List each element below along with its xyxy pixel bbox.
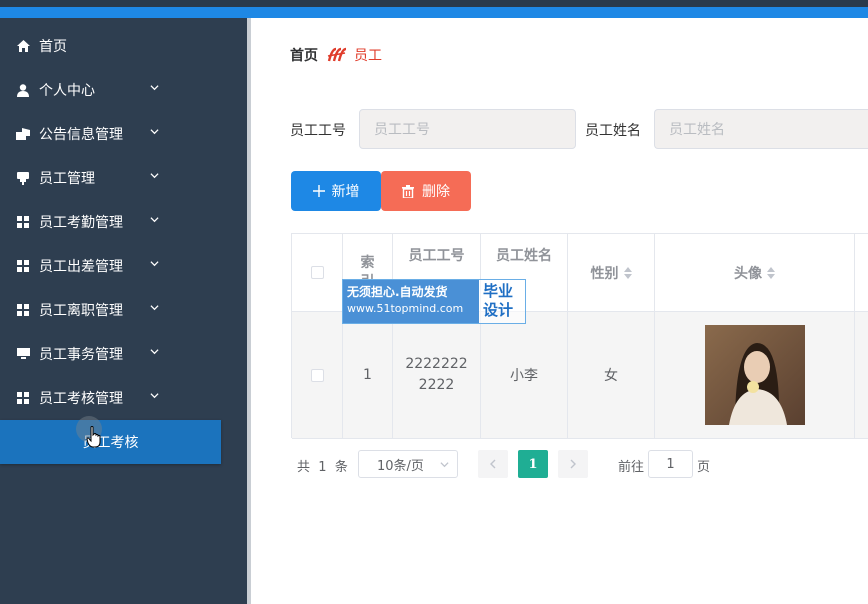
- sidebar-item-attendance[interactable]: 员工考勤管理: [0, 200, 247, 244]
- chevron-down-icon: [150, 173, 159, 179]
- chevron-left-icon: [490, 459, 496, 469]
- chevron-down-icon: [150, 85, 159, 91]
- chevron-down-icon: [150, 217, 159, 223]
- notice-icon: [16, 127, 30, 141]
- sidebar-item-resignation[interactable]: 员工离职管理: [0, 288, 247, 332]
- sidebar-item-label: 公告信息管理: [39, 127, 123, 143]
- trash-icon: [402, 184, 414, 198]
- plus-icon: [312, 185, 325, 197]
- sidebar-item-label: 员工离职管理: [39, 303, 123, 319]
- table-cell-avatar: [655, 312, 855, 439]
- employee-no-placeholder: 员工工号: [374, 122, 430, 138]
- breadcrumb-home[interactable]: 首页: [290, 45, 318, 65]
- chevron-right-icon: [570, 459, 576, 469]
- table-cell-more: [855, 312, 868, 439]
- user-icon: [16, 83, 30, 97]
- column-header-label: 员工姓名: [496, 248, 552, 264]
- watermark-side: 毕业设计: [483, 282, 514, 319]
- sidebar-item-business-trip[interactable]: 员工出差管理: [0, 244, 247, 288]
- column-header-gender[interactable]: 性别: [568, 234, 655, 312]
- logo-separator-icon: [327, 47, 347, 62]
- total-suffix: 条: [334, 460, 348, 475]
- employee-name-label: 员工姓名: [585, 123, 641, 139]
- chevron-down-icon: [150, 261, 159, 267]
- chevron-down-icon: [150, 349, 159, 355]
- top-bar: [0, 0, 868, 18]
- watermark-badge: 无须担心.自动发货 www.51topmind.com 毕业设计: [342, 279, 526, 324]
- sidebar-item-notice[interactable]: 公告信息管理: [0, 112, 247, 156]
- sidebar-item-label: 员工考核管理: [39, 391, 123, 407]
- watermark-line2: www.51topmind.com: [347, 302, 464, 315]
- sidebar-item-affairs[interactable]: 员工事务管理: [0, 332, 247, 376]
- table-cell-index: 1: [343, 312, 393, 439]
- goto-page-value: 1: [666, 456, 675, 472]
- column-header-avatar[interactable]: 头像: [655, 234, 855, 312]
- add-button-label: 新增: [331, 184, 360, 200]
- sidebar-subitem-assessment[interactable]: 员工考核: [0, 420, 221, 464]
- table-cell-employee-name: 小李: [481, 312, 568, 439]
- delete-button-label: 删除: [422, 184, 450, 200]
- chevron-down-icon: [150, 129, 159, 135]
- pagination-total: 共 1 条: [297, 456, 348, 475]
- grid-icon: [16, 303, 30, 317]
- goto-prefix: 前往: [618, 460, 645, 475]
- sidebar-item-label: 员工考勤管理: [39, 215, 123, 231]
- grid-icon: [16, 391, 30, 405]
- sidebar-item-home[interactable]: 首页: [0, 24, 247, 68]
- sidebar-item-label: 员工出差管理: [39, 259, 123, 275]
- monitor-icon: [16, 347, 30, 361]
- sidebar-item-profile[interactable]: 个人中心: [0, 68, 247, 112]
- goto-page: 前往: [618, 456, 644, 475]
- page-size-select[interactable]: 10条/页: [358, 450, 458, 478]
- chevron-down-icon: [440, 462, 449, 468]
- row-select-cell: [292, 312, 343, 439]
- hand-cursor-icon: [86, 426, 101, 448]
- avatar-photo[interactable]: [704, 325, 805, 425]
- add-button[interactable]: 新增: [291, 171, 381, 211]
- sidebar-item-label: 员工管理: [39, 171, 95, 187]
- goto-page-input[interactable]: 1: [648, 450, 693, 478]
- sort-icon: [767, 266, 775, 279]
- sidebar-item-label: 首页: [39, 39, 67, 55]
- employee-no-input[interactable]: 员工工号: [359, 109, 576, 149]
- select-all-cell: [292, 234, 343, 312]
- next-page-button[interactable]: [558, 450, 588, 478]
- sidebar: 首页 个人中心 公告信息管理 员工管理 员工考勤管理 员工出差管理 员工离职管理…: [0, 18, 247, 604]
- sidebar-item-label: 员工事务管理: [39, 347, 123, 363]
- delete-button[interactable]: 删除: [381, 171, 471, 211]
- column-header-label: 员工工号: [408, 248, 465, 264]
- staff-icon: [16, 171, 30, 185]
- prev-page-button[interactable]: [478, 450, 508, 478]
- column-header-more: [855, 234, 868, 312]
- employee-name-placeholder: 员工姓名: [669, 122, 725, 138]
- breadcrumb-current: 员工: [354, 48, 382, 64]
- table-cell-gender: 女: [568, 312, 655, 439]
- page-size-value: 10条/页: [377, 458, 424, 474]
- breadcrumb: 首页 员工: [290, 45, 382, 65]
- page-number-label: 1: [528, 456, 538, 472]
- watermark-line1: 无须担心.自动发货: [347, 285, 448, 299]
- data-table: 索引 员工工号 员工姓名 性别 头像 1 22222222222 小李 女: [291, 233, 868, 439]
- chevron-down-icon: [150, 305, 159, 311]
- sidebar-item-staff[interactable]: 员工管理: [0, 156, 247, 200]
- total-prefix: 共: [297, 460, 311, 475]
- sidebar-item-label: 个人中心: [39, 83, 95, 99]
- grid-icon: [16, 259, 30, 273]
- table-cell-employee-no: 22222222222: [393, 312, 481, 439]
- employee-no-label: 员工工号: [290, 123, 346, 139]
- row-checkbox[interactable]: [310, 368, 324, 382]
- sort-icon: [623, 266, 632, 279]
- home-icon: [16, 39, 30, 53]
- sidebar-item-assessment[interactable]: 员工考核管理: [0, 376, 247, 420]
- chevron-down-icon: [150, 393, 159, 399]
- column-header-label: 头像: [734, 265, 762, 282]
- total-count: 1: [318, 460, 327, 475]
- grid-icon: [16, 215, 30, 229]
- employee-name-input[interactable]: 员工姓名: [654, 109, 868, 149]
- column-header-label: 性别: [590, 265, 619, 282]
- goto-suffix: 页: [697, 460, 711, 475]
- page-number-active[interactable]: 1: [518, 450, 548, 478]
- select-all-checkbox[interactable]: [310, 266, 324, 279]
